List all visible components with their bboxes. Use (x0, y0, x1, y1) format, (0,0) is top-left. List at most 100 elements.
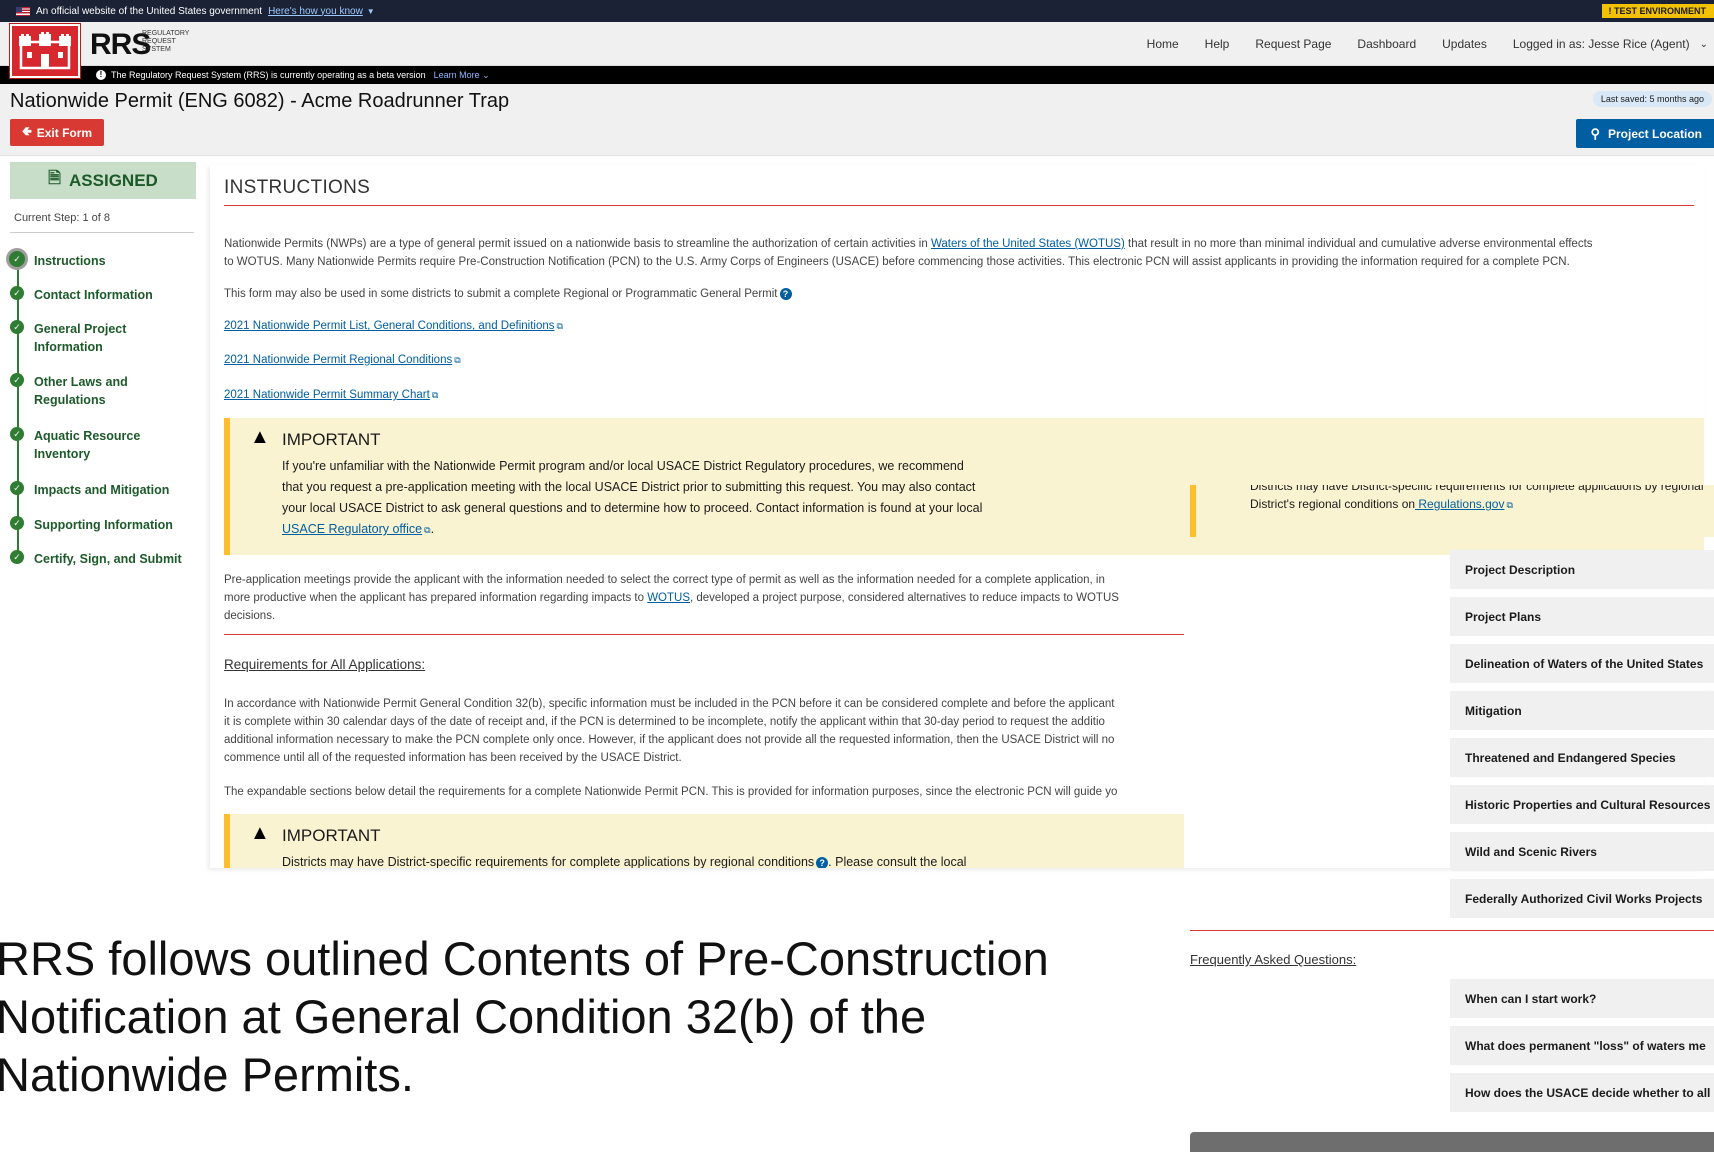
faq-heading: Frequently Asked Questions: (1190, 952, 1357, 967)
beta-notice-text: The Regulatory Request System (RRS) is c… (111, 70, 426, 80)
check-circle-icon: ✓ (10, 373, 24, 387)
warning-icon: ▲ (250, 426, 270, 448)
alert-body: Districts may have District-specific req… (282, 855, 967, 868)
test-environment-badge: ! TEST ENVIRONMENT (1602, 4, 1714, 18)
form-name: Nationwide Permit (ENG 6082) (10, 90, 285, 112)
divider (10, 232, 194, 233)
accordion-wild-scenic-rivers[interactable]: Wild and Scenic Rivers (1450, 832, 1714, 871)
regional-conditions-link[interactable]: 2021 Nationwide Permit Regional Conditio… (224, 354, 452, 366)
step-aquatic-resource-inventory[interactable]: ✓ Aquatic Resource Inventory (10, 427, 154, 463)
step-impacts-mitigation[interactable]: ✓ Impacts and Mitigation (10, 481, 169, 499)
form-title: Nationwide Permit (ENG 6082) - Acme Road… (10, 90, 509, 113)
accordion-civil-works[interactable]: Federally Authorized Civil Works Project… (1450, 879, 1714, 918)
summary-chart-link[interactable]: 2021 Nationwide Permit Summary Chart (224, 389, 430, 401)
faq-start-work[interactable]: When can I start work? (1450, 979, 1714, 1018)
usace-regulatory-office-link[interactable]: USACE Regulatory office (282, 522, 422, 536)
last-saved-badge: Last saved: 5 months ago (1592, 91, 1712, 107)
nav-dashboard[interactable]: Dashboard (1357, 37, 1416, 51)
regulations-gov-link[interactable]: Regulations.gov (1415, 497, 1504, 511)
nav-help[interactable]: Help (1205, 37, 1230, 51)
nav-home[interactable]: Home (1147, 37, 1179, 51)
alert-text-line-2: District's regional conditions on Regula… (1250, 497, 1513, 511)
summary-chart-link-row: 2021 Nationwide Permit Summary Chart ⧉ (224, 386, 438, 404)
status-badge: 🗎 ASSIGNED (10, 162, 196, 199)
us-flag-icon (16, 6, 30, 16)
wotus-link[interactable]: WOTUS (647, 592, 690, 604)
requirements-heading: Requirements for All Applications: (224, 657, 426, 672)
step-contact-information[interactable]: ✓ Contact Information (10, 286, 153, 304)
document-icon: 🗎 (48, 170, 62, 187)
arrow-left-icon: 🢀 (22, 124, 32, 138)
step-certify-sign-submit[interactable]: ✓ Certify, Sign, and Submit (10, 550, 182, 568)
faq-usace-decide[interactable]: How does the USACE decide whether to all (1450, 1073, 1714, 1112)
step-general-project-information[interactable]: ✓ General Project Information (10, 320, 144, 356)
external-link-icon: ⧉ (1506, 500, 1513, 510)
section-divider (224, 634, 1184, 635)
requirements-line-2: it is complete within 30 calendar days o… (224, 716, 1105, 728)
gov-banner-text: An official website of the United States… (36, 5, 263, 17)
alert-title: IMPORTANT (282, 430, 381, 449)
external-link-icon: ⧉ (454, 355, 461, 365)
external-link-icon: ⧉ (556, 321, 563, 331)
accordion-threatened-endangered[interactable]: Threatened and Endangered Species (1450, 738, 1714, 777)
accordion-project-description[interactable]: Project Description (1450, 550, 1714, 589)
info-icon: ! (96, 70, 106, 80)
slide-caption: RRS follows outlined Contents of Pre-Con… (0, 932, 1049, 1101)
accordion-historic-properties[interactable]: Historic Properties and Cultural Resourc… (1450, 785, 1714, 824)
alert-title: IMPORTANT (282, 826, 381, 845)
pre-app-line-1: Pre-application meetings provide the app… (224, 574, 1105, 586)
expanded-content-overlay: Districts may have District-specific req… (1190, 165, 1714, 1152)
usace-castle-logo[interactable] (10, 24, 80, 78)
wotus-link[interactable]: Waters of the United States (WOTUS) (931, 238, 1125, 250)
pre-app-line-3: decisions. (224, 610, 276, 622)
form-title-bar: Nationwide Permit (ENG 6082) - Acme Road… (0, 84, 1714, 156)
check-circle-icon: ✓ (10, 481, 24, 495)
title-separator: - (290, 90, 297, 112)
how-you-know-link[interactable]: Here's how you know (268, 6, 363, 17)
project-location-button[interactable]: ⚲ Project Location (1576, 119, 1714, 148)
step-instructions[interactable]: ✓ Instructions (6, 248, 106, 270)
exit-form-button[interactable]: 🢀 Exit Form (10, 119, 105, 146)
nav-updates[interactable]: Updates (1442, 37, 1487, 51)
check-circle-icon: ✓ (10, 550, 24, 564)
external-link-icon: ⧉ (424, 525, 431, 535)
beta-notice-bar: ! The Regulatory Request System (RRS) is… (0, 66, 1714, 84)
external-link-icon: ⧉ (431, 390, 439, 400)
important-alert-2: ▲ IMPORTANT Districts may have District-… (224, 814, 1184, 868)
warning-icon: ▲ (250, 822, 270, 844)
accordion-mitigation[interactable]: Mitigation (1450, 691, 1714, 730)
step-supporting-information[interactable]: ✓ Supporting Information (10, 516, 173, 534)
check-circle-icon: ✓ (10, 516, 24, 530)
requirements-line-4: commence until all of the requested info… (224, 752, 682, 764)
requirements-line-3: additional information necessary to make… (224, 734, 1115, 746)
district-note: This form may also be used in some distr… (224, 285, 792, 303)
accordion-delineation[interactable]: Delineation of Waters of the United Stat… (1450, 644, 1714, 683)
rrs-logo-subtitle: REGULATORY REQUEST SYSTEM (142, 30, 190, 53)
step-other-laws[interactable]: ✓ Other Laws and Regulations (10, 373, 144, 409)
main-nav: Home Help Request Page Dashboard Updates… (1147, 22, 1714, 66)
nav-request-page[interactable]: Request Page (1255, 37, 1331, 51)
expandable-sections-note: The expandable sections below detail the… (224, 786, 1118, 798)
chevron-down-icon[interactable]: ⌄ (1700, 39, 1708, 50)
faq-permanent-loss[interactable]: What does permanent "loss" of waters me (1450, 1026, 1714, 1065)
pre-app-line-2: more productive when the applicant has p… (224, 592, 1119, 604)
help-icon[interactable]: ? (779, 288, 792, 300)
map-pin-icon: ⚲ (1590, 125, 1600, 141)
help-icon[interactable]: ? (816, 857, 829, 868)
nwp-list-link[interactable]: 2021 Nationwide Permit List, General Con… (224, 320, 555, 332)
check-circle-icon: ✓ (10, 286, 24, 300)
castle-icon (19, 32, 71, 70)
nwp-list-link-row: 2021 Nationwide Permit List, General Con… (224, 317, 563, 335)
user-menu[interactable]: Logged in as: Jesse Rice (Agent) (1513, 37, 1690, 51)
accordion-project-plans[interactable]: Project Plans (1450, 597, 1714, 636)
requirements-line-1: In accordance with Nationwide Permit Gen… (224, 698, 1115, 710)
alert-body: If you're unfamiliar with the Nationwide… (282, 459, 983, 536)
check-circle-icon: ✓ (10, 427, 24, 441)
regional-conditions-link-row: 2021 Nationwide Permit Regional Conditio… (224, 351, 461, 369)
footer-bar (1190, 1132, 1714, 1152)
site-header: RRS REGULATORY REQUEST SYSTEM Home Help … (0, 22, 1714, 78)
learn-more-link[interactable]: Learn More ⌄ (434, 70, 490, 81)
alert-text-line-1: Districts may have District-specific req… (1250, 485, 1704, 493)
section-divider (1190, 930, 1714, 931)
chevron-down-icon[interactable]: ▼ (367, 7, 375, 16)
